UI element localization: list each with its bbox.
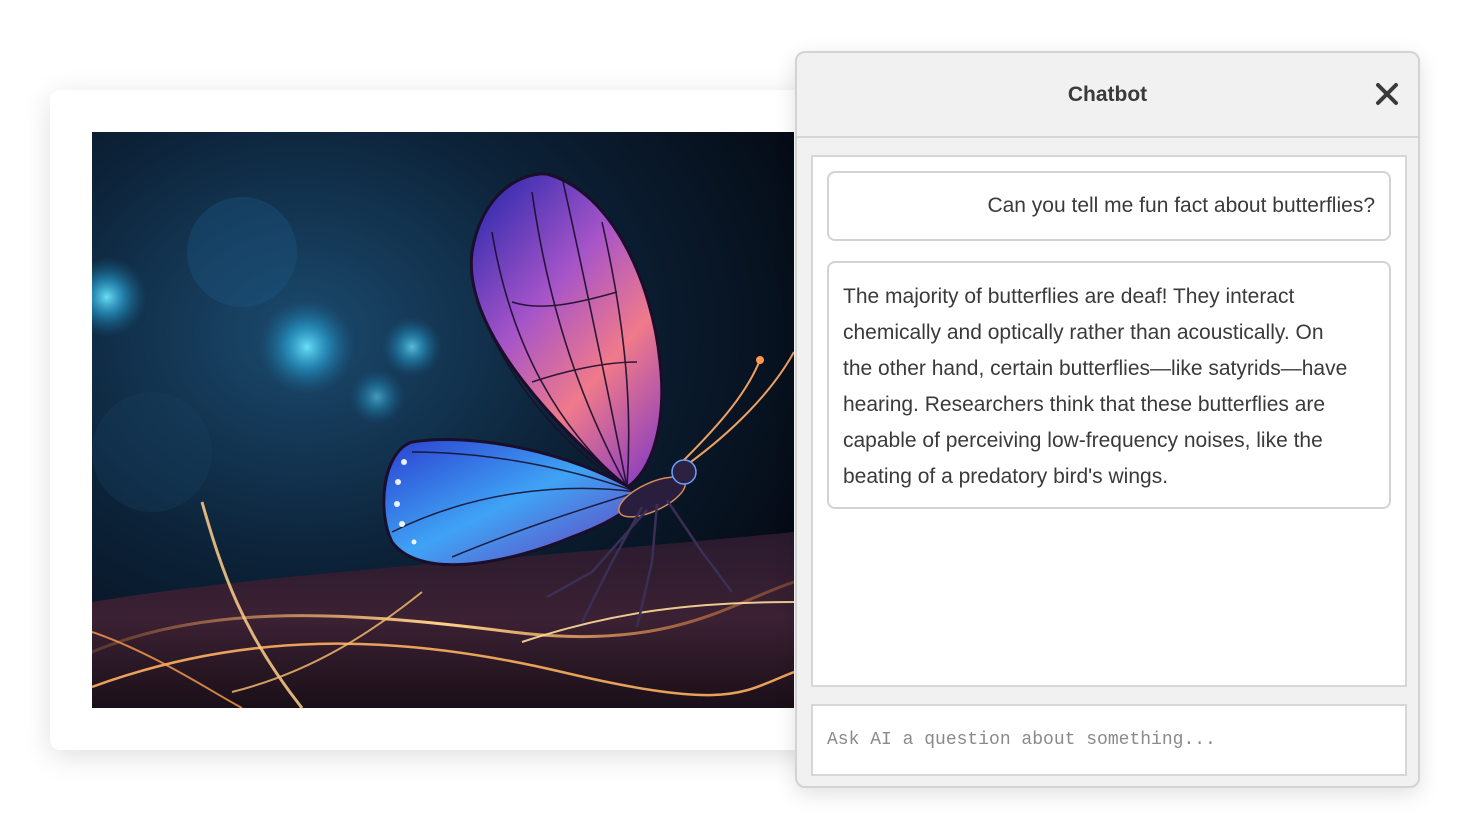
bot-message-line: chemically and optically rather than aco… — [843, 321, 1324, 344]
close-button[interactable] — [1372, 79, 1402, 109]
messages-area[interactable]: Can you tell me fun fact about butterfli… — [811, 155, 1407, 687]
chatbot-panel: Chatbot Can you tell me fun fact about b… — [795, 51, 1420, 788]
bot-message-line: capable of perceiving low-frequency nois… — [843, 429, 1323, 452]
image-card — [50, 90, 870, 750]
chat-header: Chatbot — [797, 53, 1418, 138]
bot-message-line: beating of a predatory bird's wings. — [843, 465, 1169, 488]
bot-message: The majority of butterflies are deaf! Th… — [827, 261, 1391, 509]
user-message-text: Can you tell me fun fact about butterfli… — [987, 194, 1375, 217]
close-icon — [1376, 83, 1398, 105]
butterfly-image — [92, 132, 794, 708]
chat-title: Chatbot — [1067, 83, 1148, 106]
bot-message-line: The majority of butterflies are deaf! Th… — [843, 285, 1295, 308]
bot-message-line: hearing. Researchers think that these bu… — [843, 393, 1326, 416]
user-message: Can you tell me fun fact about butterfli… — [827, 171, 1391, 241]
chat-input[interactable] — [813, 706, 1405, 774]
chat-input-container — [811, 704, 1407, 776]
bot-message-line: the other hand, certain butterflies—like… — [843, 357, 1348, 380]
butterfly-artwork-svg — [92, 132, 794, 708]
stage: Chatbot Can you tell me fun fact about b… — [0, 0, 1472, 840]
